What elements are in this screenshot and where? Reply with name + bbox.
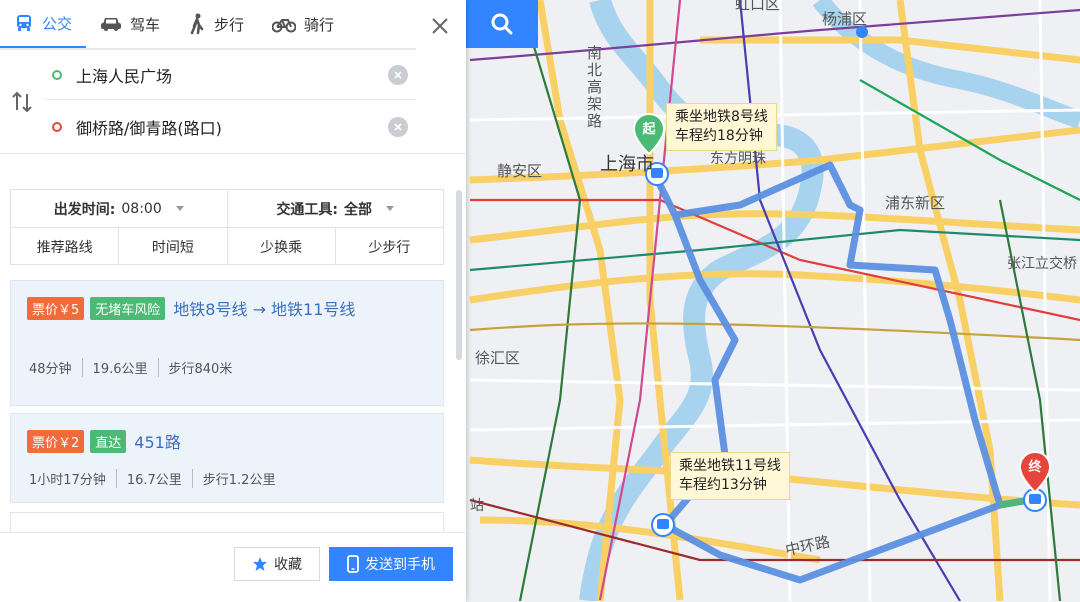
route-duration: 48分钟 <box>29 362 72 377</box>
station-marker-transfer[interactable] <box>651 513 675 537</box>
search-button[interactable] <box>466 0 538 48</box>
map-label-top: 虹口区 <box>735 0 781 13</box>
car-icon <box>101 18 122 31</box>
start-input-text: 上海人民广场 <box>76 67 173 86</box>
route-name: 地铁8号线 → 地铁11号线 <box>173 300 356 319</box>
route-meta: 1小时17分钟 16.7公里 步行1.2公里 <box>29 469 275 488</box>
route-duration: 1小时17分钟 <box>29 473 106 488</box>
tab-fewest-transfers[interactable]: 少换乘 <box>226 228 335 265</box>
travel-mode-tabs: 公交 驾车 步行 骑行 <box>0 0 416 50</box>
chevron-down-icon <box>386 206 395 211</box>
walk-icon <box>190 13 204 35</box>
start-dot-icon <box>52 70 62 80</box>
route-search-box: 公交 驾车 步行 骑行 上海人民广场 御桥路/御青路(路口) <box>0 0 466 154</box>
star-icon <box>253 557 267 571</box>
callout-line8: 乘坐地铁8号线 车程约18分钟 <box>666 103 777 151</box>
price-badge: 票价￥2 <box>27 429 85 453</box>
depart-time-select[interactable]: 出发时间: 08:00 <box>11 190 227 227</box>
bus-icon <box>17 15 31 31</box>
clear-start-button[interactable] <box>388 65 408 85</box>
tab-car-label: 驾车 <box>130 15 161 34</box>
favorite-button[interactable]: 收藏 <box>234 547 320 581</box>
map-label-zhangjiang: 张江立交桥 <box>1007 256 1077 272</box>
tab-walk[interactable]: 步行 <box>174 0 258 48</box>
transport-value: 全部 <box>344 201 373 218</box>
tab-recommended[interactable]: 推荐路线 <box>11 228 118 265</box>
tab-bike[interactable]: 骑行 <box>258 0 348 48</box>
map-label-nanbei: 南北高架路 <box>587 44 603 130</box>
route-distance: 16.7公里 <box>115 469 182 488</box>
depart-time-value: 08:00 <box>121 200 162 217</box>
clear-icon <box>394 123 402 131</box>
route-result-2[interactable]: 票价￥2 直达 451路 1小时17分钟 16.7公里 步行1.2公里 <box>10 413 444 503</box>
bike-icon <box>272 19 297 33</box>
depart-time-label: 出发时间: <box>53 201 116 218</box>
tab-shortest-time[interactable]: 时间短 <box>118 228 226 265</box>
phone-icon <box>347 555 359 573</box>
route-meta: 48分钟 19.6公里 步行840米 <box>29 358 232 377</box>
tab-bike-label: 骑行 <box>304 15 335 34</box>
tab-bus-label: 公交 <box>42 14 73 33</box>
start-input[interactable]: 上海人民广场 <box>44 51 416 100</box>
map-label-dongfang: 东方明珠 <box>710 151 766 167</box>
callout-line8-time: 车程约18分钟 <box>675 128 763 144</box>
swap-icon[interactable] <box>10 90 34 114</box>
callout-line11-time: 车程约13分钟 <box>679 477 767 493</box>
results-scrollbar[interactable] <box>456 190 462 360</box>
search-icon <box>491 13 513 35</box>
send-to-phone-label: 发送到手机 <box>365 557 435 573</box>
callout-line11: 乘坐地铁11号线 车程约13分钟 <box>670 452 790 500</box>
tag-badge: 直达 <box>90 429 127 453</box>
transport-label: 交通工具: <box>276 201 339 218</box>
route-distance: 19.6公里 <box>81 358 148 377</box>
send-to-phone-button[interactable]: 发送到手机 <box>329 547 453 581</box>
tag-badge: 无堵车风险 <box>90 296 166 320</box>
tab-car[interactable]: 驾车 <box>86 0 174 48</box>
clear-end-button[interactable] <box>388 117 408 137</box>
close-button[interactable] <box>428 14 452 38</box>
callout-line11-title: 乘坐地铁11号线 <box>679 458 781 474</box>
map-label-xuhui: 徐汇区 <box>475 349 521 367</box>
favorite-label: 收藏 <box>274 557 302 573</box>
action-bar: 收藏 发送到手机 <box>0 532 466 602</box>
callout-line8-title: 乘坐地铁8号线 <box>675 109 768 125</box>
map-label-pudong: 浦东新区 <box>885 194 946 212</box>
tab-walk-label: 步行 <box>214 15 245 34</box>
route-panel: 公交 驾车 步行 骑行 上海人民广场 御桥路/御青路(路口) 出发时间: 08:… <box>0 0 466 602</box>
route-walk: 步行1.2公里 <box>191 469 275 488</box>
clear-icon <box>394 71 402 79</box>
end-dot-icon <box>52 122 62 132</box>
price-badge: 票价￥5 <box>27 296 85 320</box>
route-walk: 步行840米 <box>157 358 232 377</box>
tab-bus[interactable]: 公交 <box>0 0 87 48</box>
transport-select[interactable]: 交通工具: 全部 <box>226 190 444 227</box>
route-name: 451路 <box>134 433 181 452</box>
map-label-jingan: 静安区 <box>497 162 543 180</box>
close-icon <box>432 18 448 34</box>
end-input[interactable]: 御桥路/御青路(路口) <box>44 103 416 151</box>
tab-least-walking[interactable]: 少步行 <box>334 228 443 265</box>
map-label-yangpu: 杨浦区 <box>822 10 868 28</box>
end-input-text: 御桥路/御青路(路口) <box>76 119 222 138</box>
map-label-station: 站 <box>470 498 484 514</box>
start-pin-label: 起 <box>642 122 656 137</box>
route-result-1[interactable]: 票价￥5 无堵车风险 地铁8号线 → 地铁11号线 48分钟 19.6公里 步行… <box>10 280 444 406</box>
chevron-down-icon <box>175 206 184 211</box>
end-pin-label: 终 <box>1028 460 1042 475</box>
route-options: 出发时间: 08:00 交通工具: 全部 推荐路线 时间短 少换乘 少步行 <box>10 189 444 265</box>
